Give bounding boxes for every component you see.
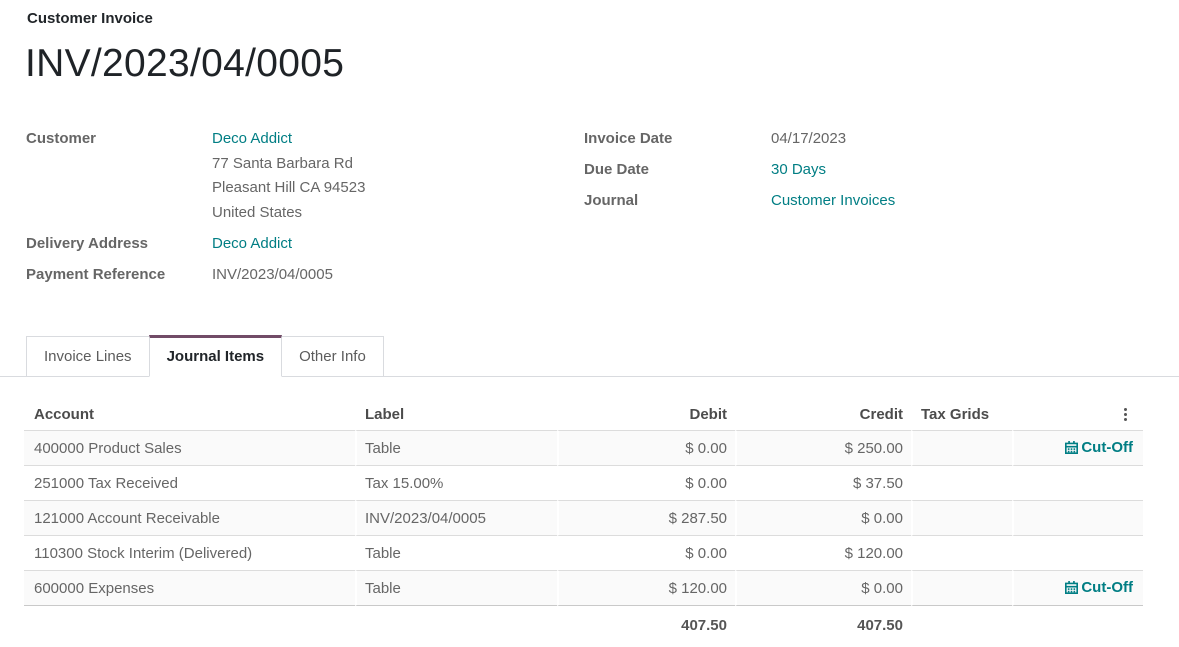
column-header-tax-grids[interactable]: Tax Grids	[911, 399, 1012, 430]
form-fields: Customer Deco Addict 77 Santa Barbara Rd…	[26, 127, 1179, 294]
cell-tax-grids	[911, 535, 1012, 570]
cell-debit: $ 0.00	[557, 465, 735, 500]
customer-address-line: United States	[212, 201, 365, 226]
customer-address-line: Pleasant Hill CA 94523	[212, 176, 365, 201]
column-header-account[interactable]: Account	[24, 399, 355, 430]
cell-label: Tax 15.00%	[355, 465, 557, 500]
tab-journal-items[interactable]: Journal Items	[149, 335, 283, 377]
cell-credit: $ 0.00	[735, 570, 911, 605]
cell-debit: $ 120.00	[557, 570, 735, 605]
field-journal: Journal Customer Invoices	[584, 189, 895, 213]
journal-items-table: Account Label Debit Credit Tax Grids 400…	[24, 399, 1143, 644]
cutoff-button[interactable]: Cut-Off	[1065, 439, 1133, 456]
cell-label: Table	[355, 430, 557, 465]
cell-credit: $ 120.00	[735, 535, 911, 570]
field-delivery-address: Delivery Address Deco Addict	[26, 232, 584, 256]
calendar-icon	[1065, 441, 1078, 454]
totals-spacer	[355, 605, 557, 644]
cell-account: 121000 Account Receivable	[24, 500, 355, 535]
tab-other-info[interactable]: Other Info	[281, 336, 384, 376]
customer-link[interactable]: Deco Addict	[212, 130, 292, 147]
customer-label: Customer	[26, 127, 212, 225]
cell-tax-grids	[911, 570, 1012, 605]
delivery-address-link[interactable]: Deco Addict	[212, 235, 292, 252]
cell-tax-grids	[911, 500, 1012, 535]
totals-spacer	[911, 605, 1012, 644]
journal-label: Journal	[584, 189, 771, 213]
due-date-link[interactable]: 30 Days	[771, 161, 826, 178]
cutoff-button-label: Cut-Off	[1081, 579, 1133, 596]
breadcrumb: Customer Invoice	[0, 0, 1179, 27]
table-row[interactable]: 400000 Product Sales Table $ 0.00 $ 250.…	[24, 430, 1143, 465]
delivery-address-label: Delivery Address	[26, 232, 212, 256]
payment-reference-label: Payment Reference	[26, 263, 212, 287]
total-debit: 407.50	[557, 605, 735, 644]
table-row[interactable]: 110300 Stock Interim (Delivered) Table $…	[24, 535, 1143, 570]
fields-left-column: Customer Deco Addict 77 Santa Barbara Rd…	[26, 127, 584, 294]
cell-account: 110300 Stock Interim (Delivered)	[24, 535, 355, 570]
due-date-label: Due Date	[584, 158, 771, 182]
total-credit: 407.50	[735, 605, 911, 644]
field-due-date: Due Date 30 Days	[584, 158, 895, 182]
optional-columns-icon[interactable]	[1120, 406, 1131, 423]
cell-debit: $ 0.00	[557, 430, 735, 465]
cell-account: 251000 Tax Received	[24, 465, 355, 500]
tab-invoice-lines[interactable]: Invoice Lines	[26, 336, 150, 376]
cell-account: 400000 Product Sales	[24, 430, 355, 465]
column-header-label[interactable]: Label	[355, 399, 557, 430]
cutoff-button[interactable]: Cut-Off	[1065, 579, 1133, 596]
cell-credit: $ 250.00	[735, 430, 911, 465]
invoice-date-label: Invoice Date	[584, 127, 771, 151]
totals-spacer	[24, 605, 355, 644]
field-invoice-date: Invoice Date 04/17/2023	[584, 127, 895, 151]
cell-account: 600000 Expenses	[24, 570, 355, 605]
table-row[interactable]: 600000 Expenses Table $ 120.00 $ 0.00 Cu…	[24, 570, 1143, 605]
journal-link[interactable]: Customer Invoices	[771, 192, 895, 209]
column-header-debit[interactable]: Debit	[557, 399, 735, 430]
cell-credit: $ 0.00	[735, 500, 911, 535]
cell-tax-grids	[911, 430, 1012, 465]
customer-value: Deco Addict 77 Santa Barbara Rd Pleasant…	[212, 127, 365, 225]
cell-label: INV/2023/04/0005	[355, 500, 557, 535]
customer-address-line: 77 Santa Barbara Rd	[212, 152, 365, 177]
totals-row: 407.50 407.50	[24, 605, 1143, 644]
calendar-icon	[1065, 581, 1078, 594]
fields-right-column: Invoice Date 04/17/2023 Due Date 30 Days…	[584, 127, 895, 294]
field-customer: Customer Deco Addict 77 Santa Barbara Rd…	[26, 127, 584, 225]
cell-credit: $ 37.50	[735, 465, 911, 500]
cell-tax-grids	[911, 465, 1012, 500]
page-title: INV/2023/04/0005	[25, 42, 1179, 86]
totals-spacer	[1012, 605, 1143, 644]
cell-label: Table	[355, 535, 557, 570]
cell-debit: $ 0.00	[557, 535, 735, 570]
payment-reference-value: INV/2023/04/0005	[212, 263, 333, 287]
cell-debit: $ 287.50	[557, 500, 735, 535]
cell-label: Table	[355, 570, 557, 605]
table-row[interactable]: 121000 Account Receivable INV/2023/04/00…	[24, 500, 1143, 535]
invoice-date-value: 04/17/2023	[771, 127, 846, 151]
field-payment-reference: Payment Reference INV/2023/04/0005	[26, 263, 584, 287]
column-header-credit[interactable]: Credit	[735, 399, 911, 430]
table-header-row: Account Label Debit Credit Tax Grids	[24, 399, 1143, 430]
cutoff-button-label: Cut-Off	[1081, 439, 1133, 456]
table-row[interactable]: 251000 Tax Received Tax 15.00% $ 0.00 $ …	[24, 465, 1143, 500]
notebook-tabs: Invoice Lines Journal Items Other Info	[0, 335, 1179, 377]
